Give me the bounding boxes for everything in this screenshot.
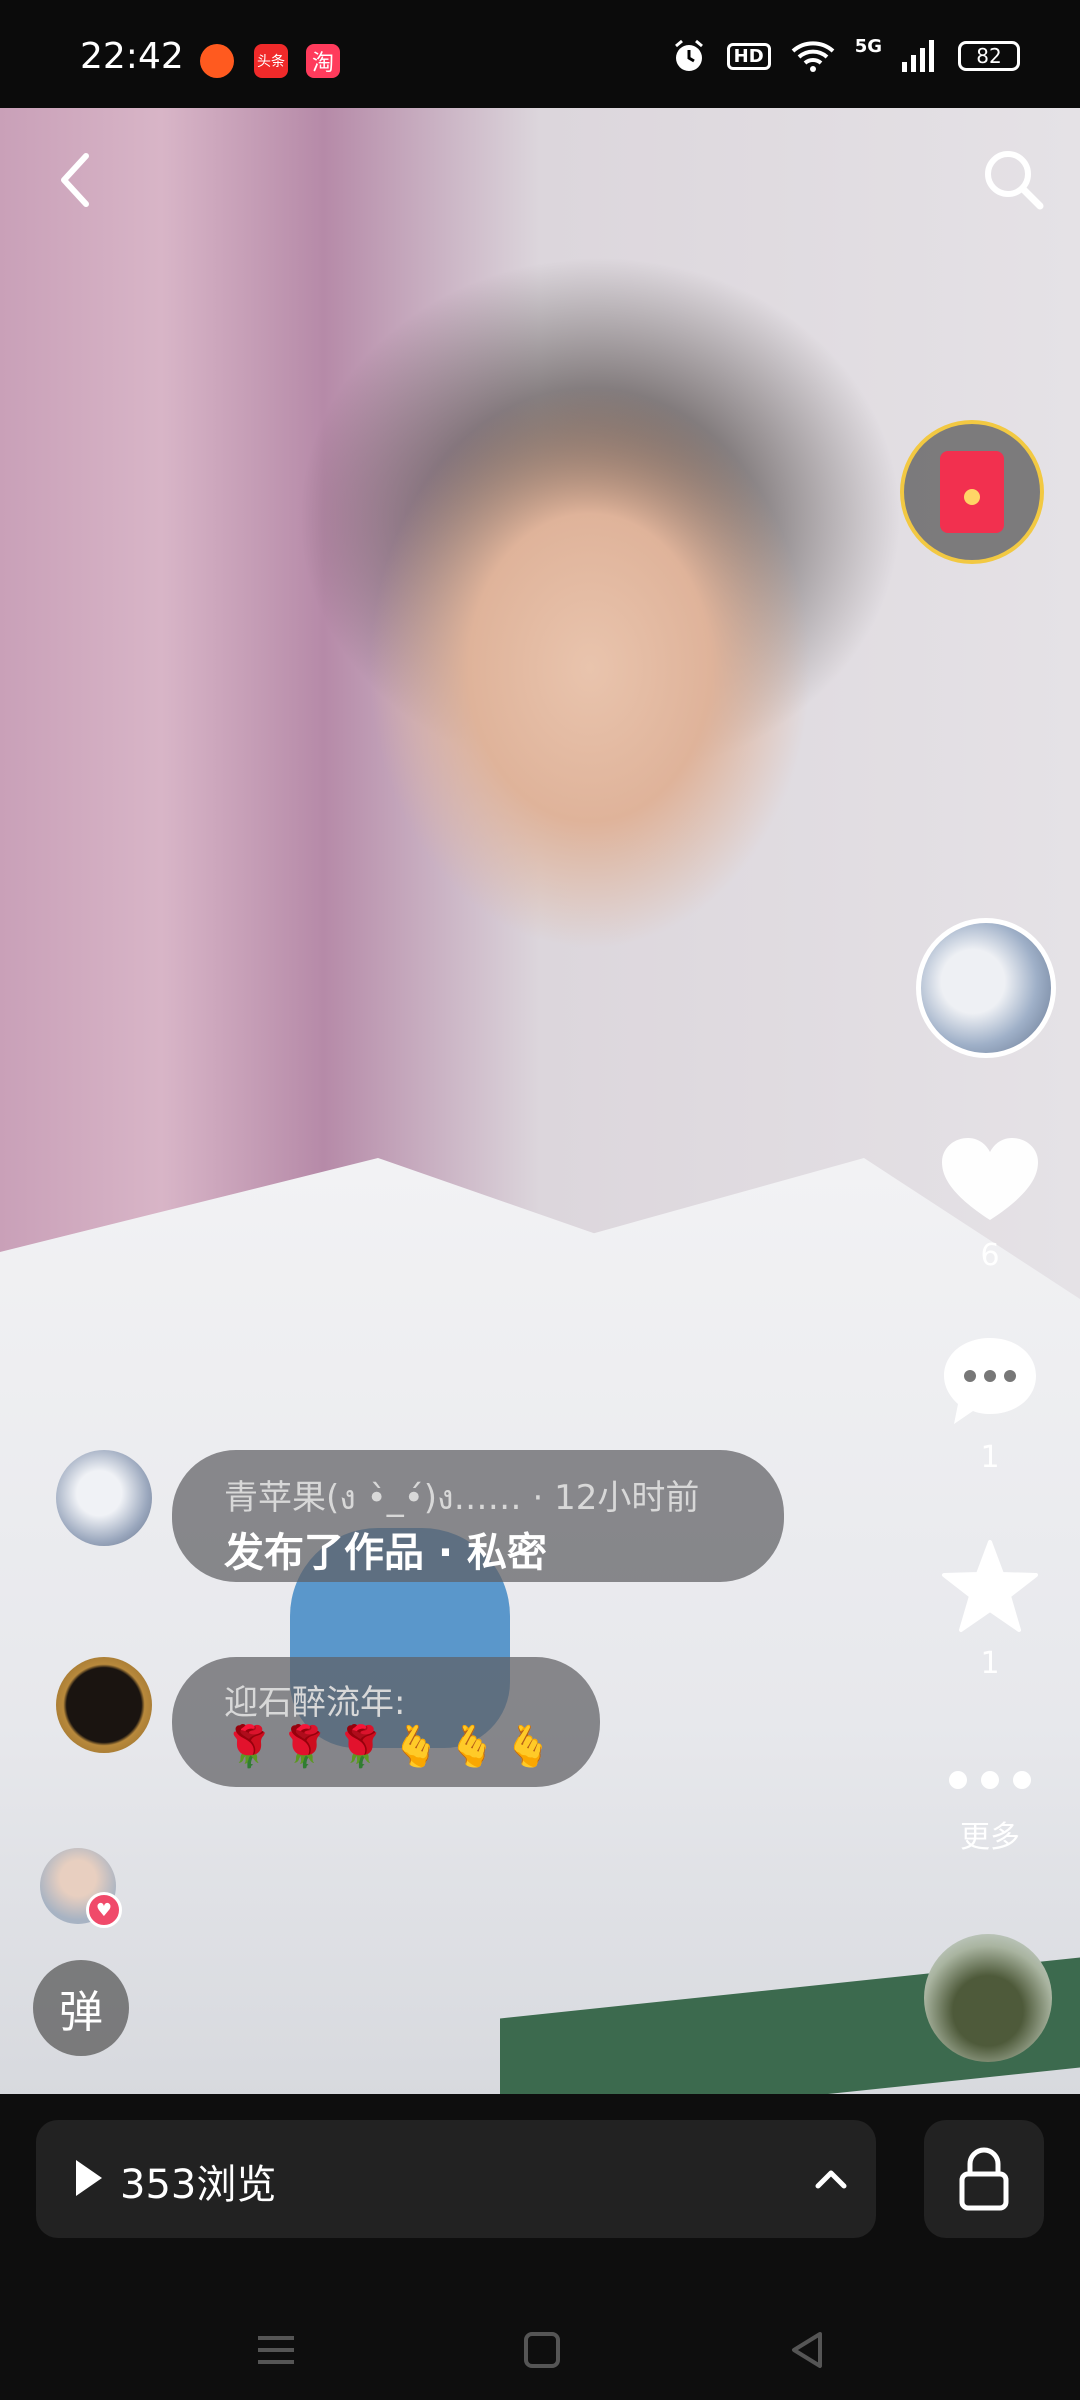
alarm-icon (674, 39, 703, 71)
comment-count: 1 (980, 1440, 1000, 1475)
danmu-toggle-button[interactable]: 弹 (33, 1960, 129, 2056)
comment-text: 🌹🌹🌹🫰🫰🫰 (224, 1724, 559, 1770)
chevron-up-icon (815, 2170, 847, 2189)
comment-meta: 青苹果(ง •̀_•́)ง…… · 12小时前 (224, 1470, 699, 1524)
video-scene-coat (0, 1158, 1080, 2094)
back-button[interactable] (36, 140, 116, 220)
toutiao-app-icon: 头条 (254, 44, 288, 78)
views-label: 353浏览 (120, 2162, 277, 2208)
comment-bubble[interactable]: 迎石醉流年: 🌹🌹🌹🫰🫰🫰 (172, 1657, 600, 1787)
home-nav-icon[interactable] (520, 2328, 564, 2372)
star-icon (942, 1540, 1038, 1632)
like-button[interactable]: 6 (940, 1136, 1040, 1273)
comment-text: 发布了作品 · 私密 (224, 1530, 548, 1576)
wifi-icon (791, 41, 835, 72)
views-button[interactable]: 353浏览 (36, 2120, 876, 2238)
huoshan-app-icon (200, 44, 234, 78)
comment-username: 迎石醉流年: (224, 1683, 406, 1723)
system-nav-bar (0, 2304, 1080, 2400)
commenter-avatar[interactable] (56, 1450, 152, 1546)
red-envelope-icon (940, 451, 1004, 533)
video-player[interactable] (0, 108, 1080, 2094)
more-button[interactable]: 更多 (940, 1760, 1040, 1856)
author-avatar[interactable] (916, 918, 1056, 1058)
comment-time: · 12小时前 (532, 1478, 700, 1518)
music-disc[interactable] (924, 1934, 1052, 2062)
heart-badge-icon: ♥ (86, 1892, 122, 1928)
privacy-lock-button[interactable] (924, 2120, 1044, 2238)
menu-nav-icon[interactable] (254, 2328, 298, 2372)
favorite-button[interactable]: 1 (940, 1538, 1040, 1681)
comment-button[interactable]: 1 (940, 1334, 1040, 1475)
taobao-app-icon: 淘 (306, 44, 340, 78)
heart-icon (942, 1138, 1038, 1220)
search-icon (985, 151, 1044, 210)
network-type: 5G (854, 35, 882, 57)
bottom-bar: 353浏览 (0, 2094, 1080, 2400)
commenter-avatar[interactable] (56, 1657, 152, 1753)
lock-icon (959, 2147, 1009, 2211)
red-packet-button[interactable] (900, 420, 1044, 564)
favorite-count: 1 (980, 1646, 1000, 1681)
more-label: 更多 (960, 1820, 1020, 1855)
play-icon (76, 2160, 102, 2196)
status-time: 22:42 (80, 36, 184, 77)
signal-icon (902, 40, 934, 72)
search-button[interactable] (974, 140, 1054, 220)
status-bar: 22:42 头条 淘 HD 5G 82 (0, 0, 1080, 108)
back-nav-icon[interactable] (786, 2328, 830, 2372)
hd-icon: HD (726, 42, 771, 70)
comment-bubble[interactable]: 青苹果(ง •̀_•́)ง…… · 12小时前 发布了作品 · 私密 (172, 1450, 784, 1582)
comment-username: 青苹果(ง •̀_•́)ง…… (224, 1478, 522, 1518)
more-dots-icon (949, 1771, 1031, 1789)
chevron-left-icon (61, 153, 89, 207)
comment-bubble-icon (944, 1338, 1036, 1424)
battery-indicator: 82 (958, 41, 1020, 71)
like-count: 6 (980, 1238, 1000, 1273)
